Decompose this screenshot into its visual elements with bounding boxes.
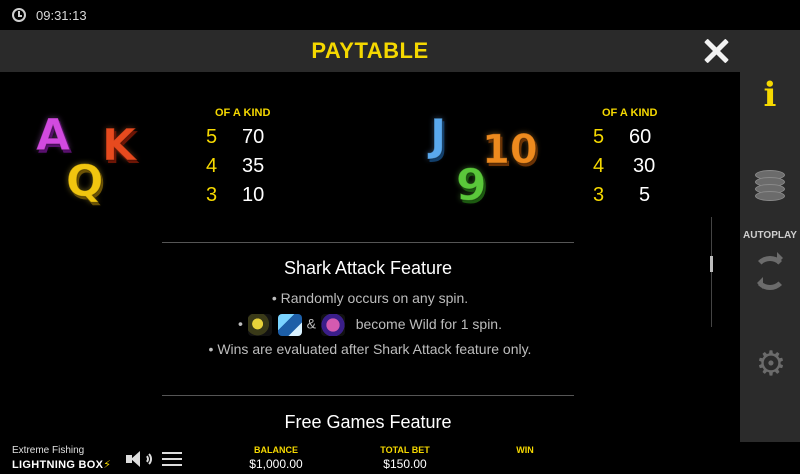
pay-value: 70 xyxy=(242,126,265,148)
of-a-kind-header-2: OF A KIND xyxy=(602,107,658,119)
game-screen: 09:31:13 PAYTABLE A K Q OF A KIND 5 70 4… xyxy=(0,0,800,474)
ampersand: & xyxy=(306,315,316,332)
symbol-10: 10 xyxy=(482,127,539,173)
pay-row: 5 70 xyxy=(206,126,264,149)
pay-value: 5 xyxy=(639,184,651,206)
coins-icon[interactable] xyxy=(755,170,785,201)
close-icon[interactable] xyxy=(700,35,732,67)
pay-row: 3 10 xyxy=(206,184,264,207)
pay-count: 3 xyxy=(206,184,218,206)
menu-icon[interactable] xyxy=(162,451,182,467)
pay-row: 4 30 xyxy=(593,155,655,178)
pay-value: 35 xyxy=(242,155,265,177)
pay-count: 5 xyxy=(593,126,605,148)
gear-icon[interactable]: ⚙ xyxy=(755,347,787,381)
divider xyxy=(162,395,574,396)
symbol-group-akq: A K Q xyxy=(35,110,156,224)
shark-bullet-1: • Randomly occurs on any spin. xyxy=(271,290,469,306)
right-sidebar: i AUTOPLAY ⚙ xyxy=(740,30,800,442)
bullet-dot: • xyxy=(238,315,243,332)
brand-logo: LIGHTNING BOX⚡ xyxy=(12,459,112,471)
pay-count: 5 xyxy=(206,126,218,148)
shark-bullet-2: • & become Wild for 1 spin. xyxy=(100,314,640,336)
win-label: WIN xyxy=(516,445,534,455)
autoplay-label[interactable]: AUTOPLAY xyxy=(740,230,800,241)
scrollbar-track[interactable] xyxy=(711,217,712,327)
balance-display: BALANCE $1,000.00 xyxy=(236,445,316,471)
symbol-k: K xyxy=(101,120,137,171)
of-a-kind-header-1: OF A KIND xyxy=(215,107,271,119)
free-games-title: Free Games Feature xyxy=(284,412,452,432)
paytable-header: PAYTABLE xyxy=(0,30,740,72)
pay-value: 60 xyxy=(629,126,652,148)
win-display: WIN xyxy=(500,445,550,457)
clock-time: 09:31:13 xyxy=(36,7,87,23)
symbol-j: J xyxy=(429,110,447,161)
shark-attack-title: Shark Attack Feature xyxy=(283,258,453,278)
swordfish-symbol-icon xyxy=(277,314,302,336)
status-bar: 09:31:13 xyxy=(0,0,800,30)
divider xyxy=(162,242,574,243)
game-name: Extreme Fishing xyxy=(12,445,85,456)
total-bet-value: $150.00 xyxy=(383,457,427,471)
shark-symbol-icon xyxy=(247,314,272,336)
bullet-2-text: become Wild for 1 spin. xyxy=(355,315,502,332)
bottom-bar: Extreme Fishing LIGHTNING BOX⚡ BALANCE $… xyxy=(0,442,800,474)
pay-count: 4 xyxy=(206,155,218,177)
pay-row: 5 60 xyxy=(593,126,651,149)
paytable-content[interactable]: A K Q OF A KIND 5 70 4 35 3 10 J 10 9 OF… xyxy=(0,72,740,442)
info-icon: i xyxy=(763,75,777,115)
pay-value: 30 xyxy=(633,155,656,177)
pay-row: 4 35 xyxy=(206,155,264,178)
info-button[interactable]: i xyxy=(740,30,800,160)
coral-symbol-icon xyxy=(320,314,345,336)
paytable-title: PAYTABLE xyxy=(311,38,429,63)
pay-count: 4 xyxy=(593,155,605,177)
pay-value: 10 xyxy=(242,184,265,206)
symbol-a: A xyxy=(35,110,71,161)
scrollbar-thumb[interactable] xyxy=(710,256,713,272)
total-bet-label: TOTAL BET xyxy=(380,445,430,455)
symbol-9: 9 xyxy=(456,160,488,211)
pay-row: 3 5 xyxy=(593,184,650,207)
balance-value: $1,000.00 xyxy=(249,457,303,471)
autoplay-icon[interactable] xyxy=(753,252,787,290)
symbol-q: Q xyxy=(65,156,104,207)
clock-icon xyxy=(12,8,26,22)
speaker-icon[interactable] xyxy=(126,450,152,468)
shark-bullet-3: • Wins are evaluated after Shark Attack … xyxy=(208,341,532,357)
balance-label: BALANCE xyxy=(254,445,298,455)
total-bet-display[interactable]: TOTAL BET $150.00 xyxy=(365,445,445,471)
symbol-group-j109: J 10 9 xyxy=(429,110,550,224)
pay-count: 3 xyxy=(593,184,605,206)
